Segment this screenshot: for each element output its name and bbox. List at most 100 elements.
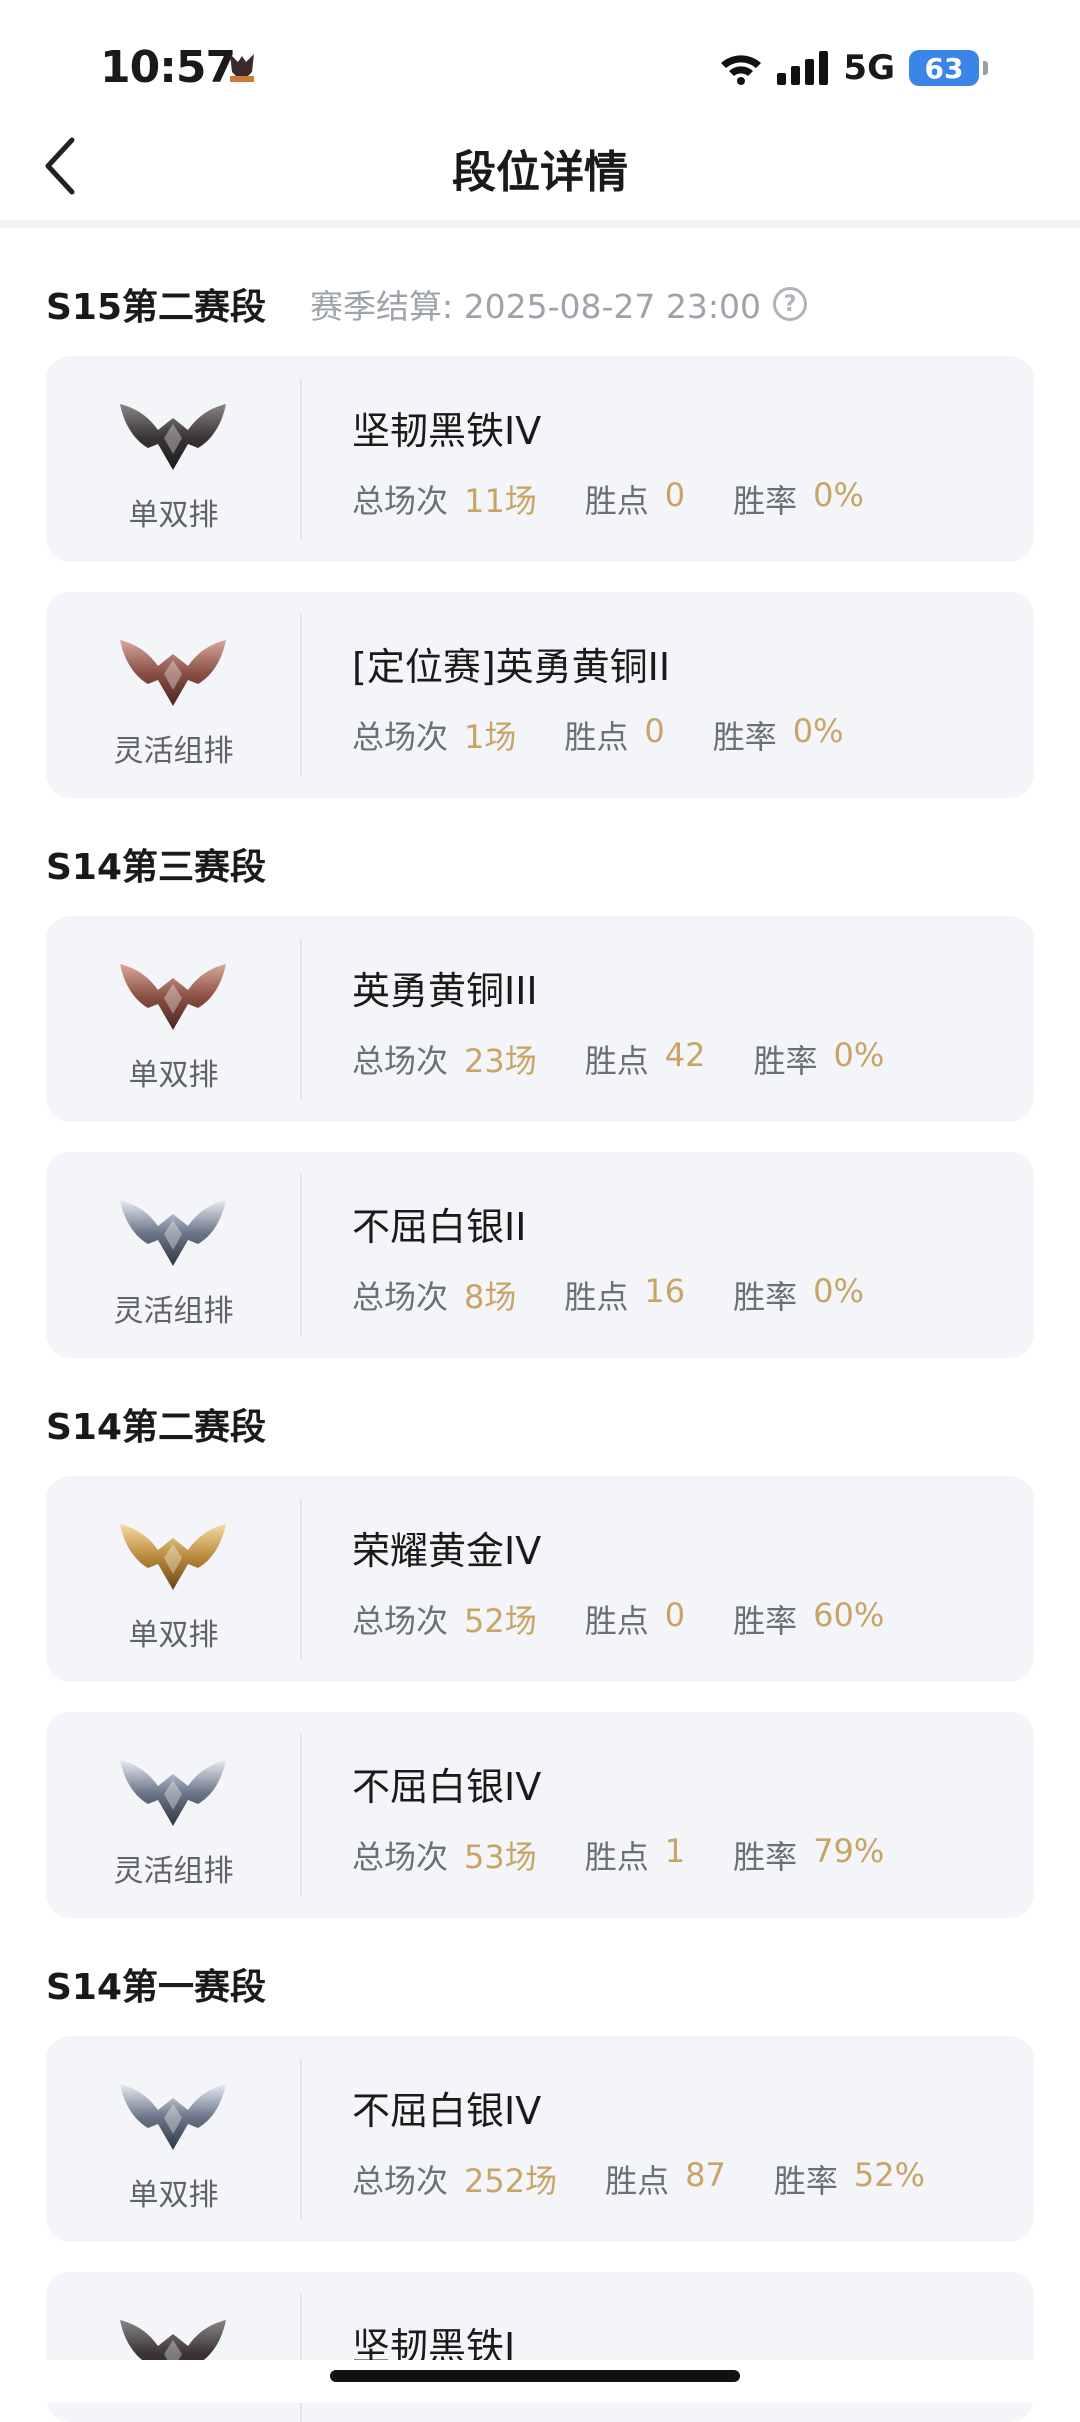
card-emblem-area: 灵活组排: [46, 592, 301, 798]
lp-value: 87: [685, 2156, 726, 2194]
lp-value: 1: [664, 1832, 686, 1870]
stats-row: 总场次 52场 胜点 0 胜率 60%: [352, 1596, 932, 1642]
help-icon[interactable]: ?: [773, 287, 808, 321]
season-settle-info[interactable]: 赛季结算: 2025-08-27 23:00 ?: [310, 280, 808, 328]
rank-card[interactable]: 单双排 不屈白银IV 总场次 252场 胜点 87 胜率 52%: [46, 2036, 1034, 2242]
stats-row: 总场次 1场 胜点 0 胜率 0%: [352, 712, 892, 758]
card-divider: [300, 378, 302, 540]
card-divider: [300, 1498, 302, 1660]
stats-row: 总场次 11场 胜点 0 胜率 0%: [352, 476, 912, 522]
card-emblem-area: 灵活组排: [46, 1712, 301, 1918]
games-value: 252场: [464, 2162, 558, 2200]
nav-divider: [0, 220, 1080, 228]
rank-name: 不屈白银IV: [352, 1765, 542, 1809]
battery-icon: 63: [909, 50, 979, 86]
rank-card[interactable]: 单双排 荣耀黄金IV 总场次 52场 胜点 0 胜率 60%: [46, 1476, 1034, 1682]
games-value: 53场: [464, 1838, 537, 1876]
rank-card[interactable]: 灵活组排 [定位赛]英勇黄铜II 总场次 1场 胜点 0 胜率 0%: [46, 592, 1034, 798]
queue-label: 灵活组排: [113, 1854, 234, 1889]
lp-stat: 胜点 16: [564, 1272, 685, 1318]
winrate-stat: 胜率 0%: [733, 1272, 864, 1318]
silver-emblem-icon: [118, 2074, 228, 2152]
home-indicator[interactable]: [330, 2370, 740, 2382]
games-stat: 总场次 52场: [352, 1596, 537, 1642]
section-title: S14第三赛段: [46, 847, 267, 888]
bronze-emblem-icon: [118, 630, 228, 708]
winrate-value: 0%: [792, 712, 844, 750]
section-title: S14第一赛段: [46, 1967, 267, 2008]
rank-name: 不屈白银IV: [352, 2089, 542, 2133]
lp-value: 0: [644, 712, 665, 750]
winrate-value: 60%: [813, 1596, 885, 1634]
card-divider: [300, 938, 302, 1100]
rank-card[interactable]: 单双排 坚韧黑铁IV 总场次 11场 胜点 0 胜率 0%: [46, 356, 1034, 562]
card-divider: [300, 1174, 302, 1336]
rank-name: 荣耀黄金IV: [352, 1529, 542, 1573]
lp-stat: 胜点 0: [564, 712, 664, 758]
card-emblem-area: 灵活组排: [46, 1152, 301, 1358]
winrate-stat: 胜率 52%: [774, 2156, 925, 2202]
winrate-stat: 胜率 79%: [733, 1832, 884, 1878]
rank-name: 英勇黄铜III: [352, 969, 538, 1013]
games-label: 总场次: [352, 1602, 449, 1640]
lp-label: 胜点: [605, 2162, 670, 2200]
battery-tip: [983, 61, 988, 75]
iron-emblem-icon: [118, 394, 228, 472]
lp-stat: 胜点 1: [585, 1832, 685, 1878]
section-title: S14第二赛段: [46, 1407, 267, 1448]
lp-stat: 胜点 0: [585, 476, 685, 522]
rank-card[interactable]: 灵活组排 不屈白银IV 总场次 53场 胜点 1 胜率 79%: [46, 1712, 1034, 1918]
card-emblem-area: 单双排: [46, 356, 301, 562]
section-header: S14第三赛段: [46, 838, 266, 890]
winrate-label: 胜率: [733, 1838, 798, 1876]
winrate-stat: 胜率 0%: [713, 712, 844, 758]
card-divider: [300, 614, 302, 776]
lp-label: 胜点: [584, 1602, 649, 1640]
lp-value: 42: [664, 1036, 706, 1074]
silver-emblem-icon: [118, 1750, 228, 1828]
status-time: 10:57: [100, 42, 236, 93]
card-emblem-area: 单双排: [46, 916, 301, 1122]
games-stat: 总场次 23场: [352, 1036, 537, 1082]
bronze-emblem-icon: [118, 954, 228, 1032]
card-divider: [300, 2058, 302, 2220]
games-stat: 总场次 8场: [352, 1272, 516, 1318]
lp-value: 0: [664, 1596, 686, 1634]
winrate-value: 0%: [813, 1272, 864, 1310]
games-value: 23场: [464, 1042, 537, 1080]
section-header: S14第二赛段: [46, 1398, 266, 1450]
stats-row: 总场次 8场 胜点 16 胜率 0%: [352, 1272, 912, 1318]
winrate-label: 胜率: [733, 1278, 798, 1316]
games-stat: 总场次 11场: [352, 476, 537, 522]
stats-row: 总场次 252场 胜点 87 胜率 52%: [352, 2156, 973, 2202]
section-header: S14第一赛段: [46, 1958, 266, 2010]
games-label: 总场次: [352, 718, 449, 756]
wifi-icon: [721, 55, 762, 85]
rank-name: [定位赛]英勇黄铜II: [352, 645, 671, 689]
queue-label: 灵活组排: [113, 1294, 234, 1329]
lp-label: 胜点: [584, 482, 649, 520]
rank-card[interactable]: 灵活组排 不屈白银II 总场次 8场 胜点 16 胜率 0%: [46, 1152, 1034, 1358]
status-indicators: 5G 63: [719, 48, 988, 88]
winrate-value: 0%: [833, 1036, 885, 1074]
section-title: S15第二赛段: [46, 287, 267, 328]
winrate-value: 52%: [853, 2156, 925, 2194]
games-label: 总场次: [352, 2162, 449, 2200]
rank-card[interactable]: 单双排 英勇黄铜III 总场次 23场 胜点 42 胜率 0%: [46, 916, 1034, 1122]
cellular-signal-icon: [777, 51, 829, 85]
winrate-stat: 胜率 0%: [733, 476, 864, 522]
winrate-label: 胜率: [773, 2162, 838, 2200]
card-emblem-area: 单双排: [46, 2036, 301, 2242]
queue-label: 单双排: [128, 1058, 219, 1093]
lp-value: 16: [644, 1272, 686, 1310]
lp-value: 0: [664, 476, 686, 514]
games-label: 总场次: [352, 1042, 449, 1080]
silver-emblem-icon: [118, 1190, 228, 1268]
lp-label: 胜点: [564, 1278, 629, 1316]
games-value: 52场: [464, 1602, 537, 1640]
winrate-label: 胜率: [733, 1602, 798, 1640]
card-emblem-area: 单双排: [46, 1476, 301, 1682]
games-value: 8场: [464, 1278, 517, 1316]
network-type: 5G: [843, 48, 895, 88]
winrate-label: 胜率: [712, 718, 777, 756]
